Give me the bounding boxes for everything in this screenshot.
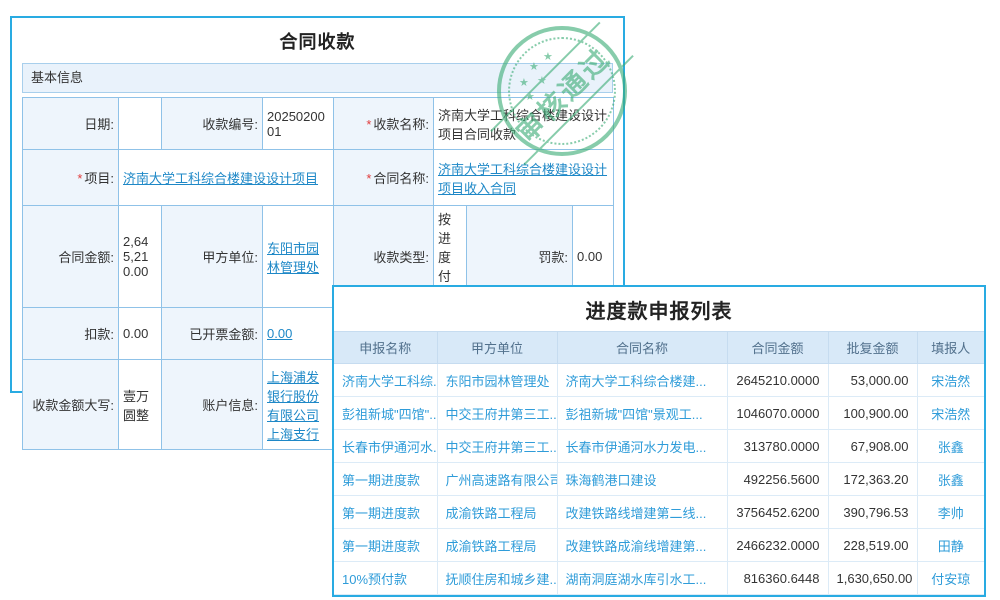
cell-filler[interactable]: 田静 <box>917 529 984 562</box>
cell-declaration-name[interactable]: 第一期进度款 <box>334 496 437 529</box>
form-row-1: 日期: 收款编号: 2025020001 *收款名称: 济南大学工科综合楼建设设… <box>23 98 614 150</box>
column-header-contract-amount: 合同金额 <box>727 332 828 364</box>
cell-declaration-name[interactable]: 彭祖新城"四馆"... <box>334 397 437 430</box>
cell-declaration-name[interactable]: 第一期进度款 <box>334 529 437 562</box>
account-info-link[interactable]: 上海浦发银行股份有限公司上海支行 <box>267 370 319 442</box>
column-header-declaration-name: 申报名称 <box>334 332 437 364</box>
cell-contract-name[interactable]: 长春市伊通河水力发电... <box>557 430 727 463</box>
cell-party-a[interactable]: 中交王府井第三工... <box>437 430 557 463</box>
cell-approved-amount: 100,900.00 <box>828 397 917 430</box>
contract-amount-value: 2,645,210.00 <box>119 206 162 308</box>
cell-contract-name[interactable]: 改建铁路成渝线增建第... <box>557 529 727 562</box>
cell-filler[interactable]: 李帅 <box>917 496 984 529</box>
column-header-contract-name: 合同名称 <box>557 332 727 364</box>
account-info-value: 上海浦发银行股份有限公司上海支行 <box>263 360 334 450</box>
receipt-name-value: 济南大学工科综合楼建设设计项目合同收款 <box>434 98 614 150</box>
table-row: 济南大学工科综... 东阳市园林管理处 济南大学工科综合楼建... 264521… <box>334 364 984 397</box>
form-row-2: *项目: 济南大学工科综合楼建设设计项目 *合同名称: 济南大学工科综合楼建设设… <box>23 150 614 206</box>
cell-contract-amount: 3756452.6200 <box>727 496 828 529</box>
section-header-basic-info: 基本信息 <box>22 63 613 93</box>
table-header-row: 申报名称 甲方单位 合同名称 合同金额 批复金额 填报人 <box>334 332 984 364</box>
cell-contract-name[interactable]: 彭祖新城"四馆"景观工... <box>557 397 727 430</box>
cell-party-a[interactable]: 成渝铁路工程局 <box>437 496 557 529</box>
amount-in-words-label: 收款金额大写: <box>23 360 119 450</box>
cell-party-a[interactable]: 东阳市园林管理处 <box>437 364 557 397</box>
cell-declaration-name[interactable]: 长春市伊通河水... <box>334 430 437 463</box>
cell-contract-name[interactable]: 改建铁路线增建第二线... <box>557 496 727 529</box>
cell-party-a[interactable]: 成渝铁路工程局 <box>437 529 557 562</box>
table-row: 第一期进度款 成渝铁路工程局 改建铁路线增建第二线... 3756452.620… <box>334 496 984 529</box>
cell-declaration-name[interactable]: 10%预付款 <box>334 562 437 595</box>
party-a-label: 甲方单位: <box>162 206 263 308</box>
cell-approved-amount: 390,796.53 <box>828 496 917 529</box>
deduction-value: 0.00 <box>119 308 162 360</box>
cell-party-a[interactable]: 抚顺住房和城乡建... <box>437 562 557 595</box>
cell-approved-amount: 172,363.20 <box>828 463 917 496</box>
date-value[interactable] <box>119 98 162 150</box>
contract-name-value: 济南大学工科综合楼建设设计项目收入合同 <box>434 150 614 206</box>
required-asterisk: * <box>366 117 371 132</box>
cell-contract-amount: 2645210.0000 <box>727 364 828 397</box>
cell-party-a[interactable]: 中交王府井第三工... <box>437 397 557 430</box>
invoiced-amount-link[interactable]: 0.00 <box>267 326 292 341</box>
cell-contract-amount: 1046070.0000 <box>727 397 828 430</box>
invoiced-amount-label: 已开票金额: <box>162 308 263 360</box>
page: 合同收款 基本信息 日期: 收款编号: 2025020001 *收款名称: 济南… <box>0 0 1000 600</box>
column-header-party-a: 甲方单位 <box>437 332 557 364</box>
progress-list-table: 申报名称 甲方单位 合同名称 合同金额 批复金额 填报人 济南大学工科综... … <box>334 331 984 595</box>
cell-party-a[interactable]: 广州高速路有限公司 <box>437 463 557 496</box>
cell-contract-name[interactable]: 珠海鹤港口建设 <box>557 463 727 496</box>
required-asterisk: * <box>77 171 82 186</box>
table-row: 第一期进度款 广州高速路有限公司 珠海鹤港口建设 492256.5600 172… <box>334 463 984 496</box>
project-label: *项目: <box>23 150 119 206</box>
contract-name-label: *合同名称: <box>334 150 434 206</box>
table-row: 10%预付款 抚顺住房和城乡建... 湖南洞庭湖水库引水工... 816360.… <box>334 562 984 595</box>
cell-approved-amount: 1,630,650.00 <box>828 562 917 595</box>
amount-in-words-value: 壹万圆整 <box>119 360 162 450</box>
cell-approved-amount: 53,000.00 <box>828 364 917 397</box>
cell-declaration-name[interactable]: 第一期进度款 <box>334 463 437 496</box>
cell-contract-amount: 492256.5600 <box>727 463 828 496</box>
cell-filler[interactable]: 张鑫 <box>917 463 984 496</box>
party-a-link[interactable]: 东阳市园林管理处 <box>267 241 319 275</box>
date-label: 日期: <box>23 98 119 150</box>
invoiced-amount-value: 0.00 <box>263 308 334 360</box>
cell-contract-amount: 2466232.0000 <box>727 529 828 562</box>
receipt-no-label: 收款编号: <box>162 98 263 150</box>
cell-approved-amount: 228,519.00 <box>828 529 917 562</box>
page-title: 合同收款 <box>12 18 623 63</box>
column-header-approved-amount: 批复金额 <box>828 332 917 364</box>
table-row: 彭祖新城"四馆"... 中交王府井第三工... 彭祖新城"四馆"景观工... 1… <box>334 397 984 430</box>
cell-contract-name[interactable]: 湖南洞庭湖水库引水工... <box>557 562 727 595</box>
party-a-value: 东阳市园林管理处 <box>263 206 334 308</box>
cell-declaration-name[interactable]: 济南大学工科综... <box>334 364 437 397</box>
receipt-no-value: 2025020001 <box>263 98 334 150</box>
project-value: 济南大学工科综合楼建设设计项目 <box>119 150 334 206</box>
cell-filler[interactable]: 张鑫 <box>917 430 984 463</box>
column-header-filler: 填报人 <box>917 332 984 364</box>
table-row: 第一期进度款 成渝铁路工程局 改建铁路成渝线增建第... 2466232.000… <box>334 529 984 562</box>
cell-filler[interactable]: 宋浩然 <box>917 397 984 430</box>
contract-amount-label: 合同金额: <box>23 206 119 308</box>
cell-contract-amount: 313780.0000 <box>727 430 828 463</box>
cell-contract-name[interactable]: 济南大学工科综合楼建... <box>557 364 727 397</box>
table-row: 长春市伊通河水... 中交王府井第三工... 长春市伊通河水力发电... 313… <box>334 430 984 463</box>
cell-approved-amount: 67,908.00 <box>828 430 917 463</box>
cell-filler[interactable]: 付安琼 <box>917 562 984 595</box>
deduction-label: 扣款: <box>23 308 119 360</box>
receipt-name-label: *收款名称: <box>334 98 434 150</box>
required-asterisk: * <box>366 171 371 186</box>
cell-filler[interactable]: 宋浩然 <box>917 364 984 397</box>
cell-contract-amount: 816360.6448 <box>727 562 828 595</box>
list-title: 进度款申报列表 <box>334 287 984 331</box>
project-link[interactable]: 济南大学工科综合楼建设设计项目 <box>123 171 318 186</box>
account-info-label: 账户信息: <box>162 360 263 450</box>
progress-list-panel: 进度款申报列表 申报名称 甲方单位 合同名称 合同金额 批复金额 填报人 济南大… <box>332 285 986 597</box>
contract-name-link[interactable]: 济南大学工科综合楼建设设计项目收入合同 <box>438 162 607 196</box>
